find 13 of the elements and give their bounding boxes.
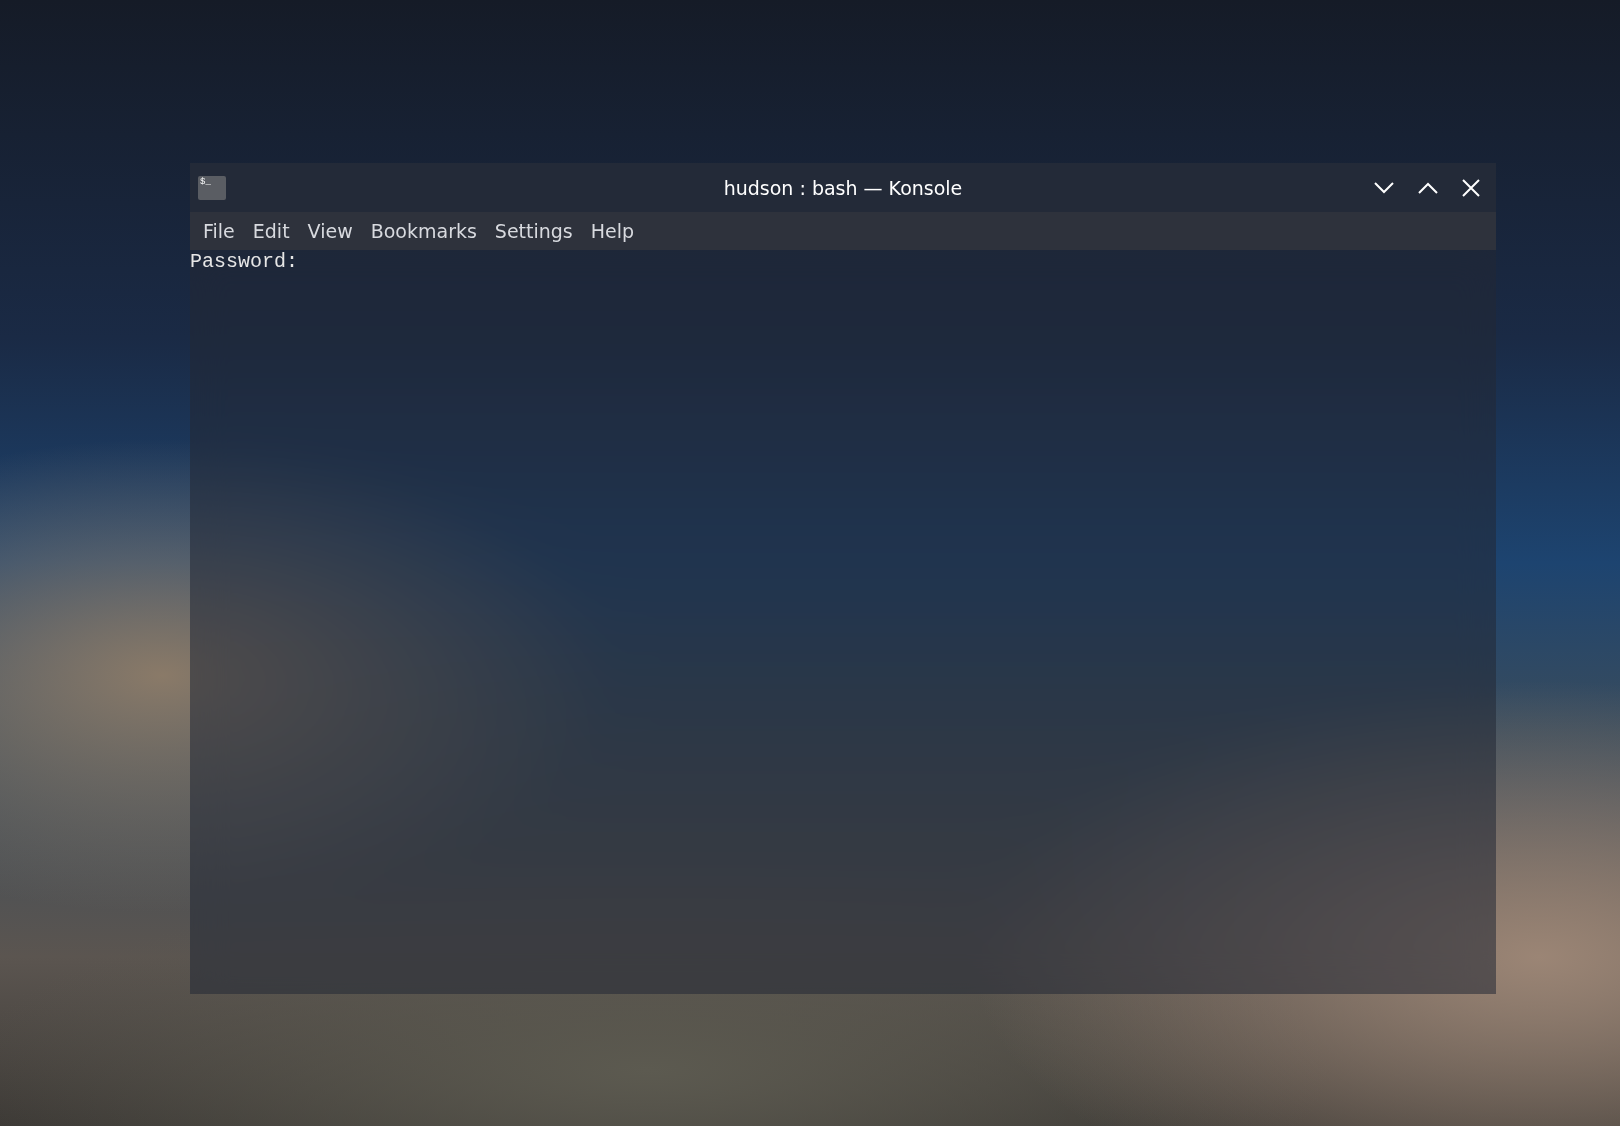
menu-item[interactable]: Settings	[485, 212, 582, 250]
terminal-line: Password:	[190, 250, 299, 273]
menu-item[interactable]: Help	[581, 212, 644, 250]
menu-item[interactable]: Edit	[243, 212, 299, 250]
chevron-up-icon	[1418, 181, 1438, 194]
menu-item[interactable]: File	[194, 212, 244, 250]
terminal-area[interactable]: Password:	[190, 250, 1496, 994]
terminal-app-icon: $_	[198, 175, 226, 200]
window-title: hudson : bash — Konsole	[723, 175, 963, 201]
menu-item[interactable]: View	[298, 212, 362, 250]
chevron-down-icon	[1374, 181, 1394, 194]
menu-item[interactable]: Bookmarks	[361, 212, 486, 250]
close-icon	[1462, 178, 1480, 197]
